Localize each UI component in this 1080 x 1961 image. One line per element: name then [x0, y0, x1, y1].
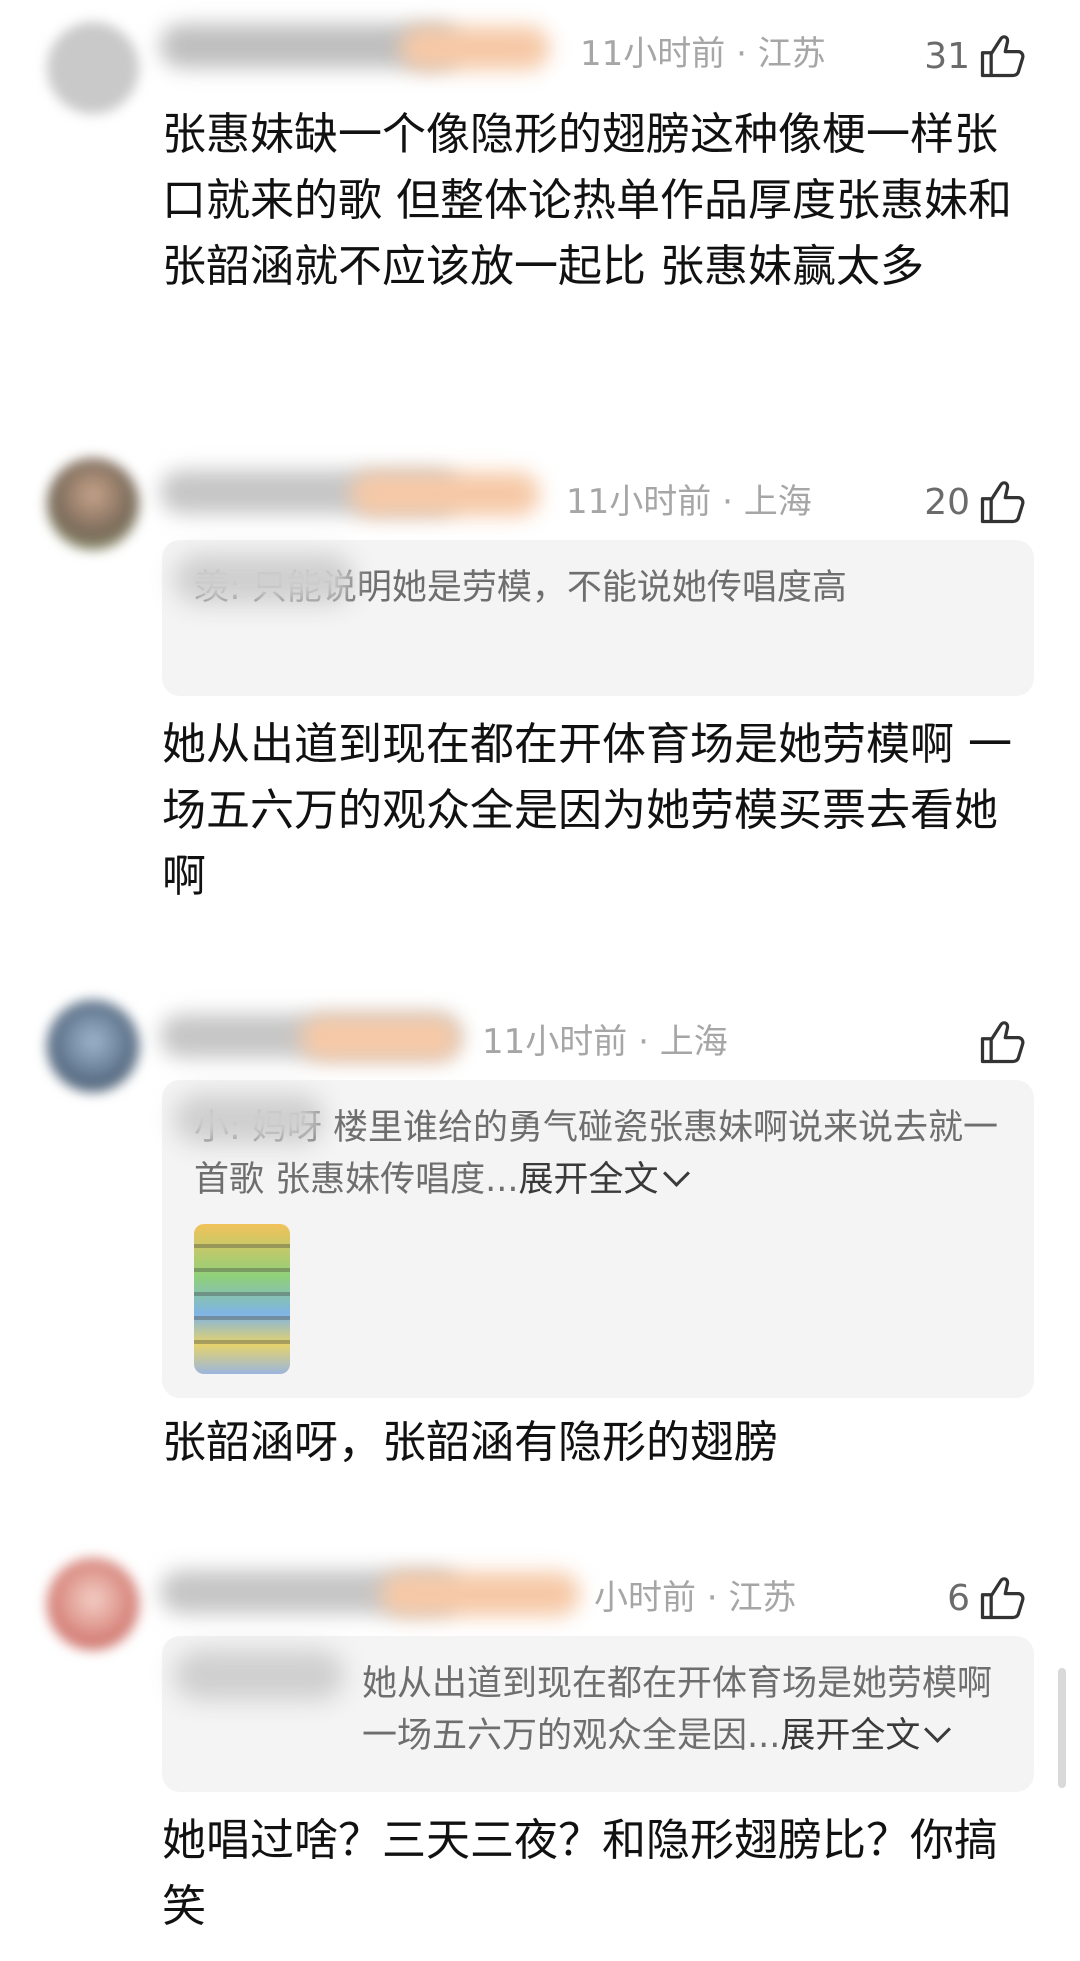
quoted-reply[interactable]: 她从出道到现在都在开体育场是她劳模啊 一场五六万的观众全是因...展开全文 — [162, 1636, 1034, 1792]
thumbs-up-icon — [980, 1021, 1025, 1064]
like-count: 6 — [947, 1577, 970, 1619]
comment-time: 11小时前 — [482, 1022, 628, 1062]
comment-meta: 11小时前 · 上海 — [566, 482, 812, 522]
thumbs-up-icon — [980, 35, 1025, 78]
scrollbar[interactable] — [1058, 1668, 1066, 1788]
comment-meta: 小时前 · 江苏 — [594, 1578, 796, 1618]
chevron-down-icon — [662, 1160, 690, 1187]
user-badge-blurred — [380, 1572, 580, 1616]
like-button[interactable]: 20 — [924, 474, 1028, 530]
avatar[interactable] — [47, 1558, 139, 1650]
meta-separator: · — [711, 482, 744, 522]
user-badge-blurred — [300, 1016, 460, 1060]
comment-text: 张惠妹缺一个像隐形的翅膀这种像梗一样张口就来的歌 但整体论热单作品厚度张惠妹和张… — [162, 109, 1012, 292]
comment-meta: 11小时前 · 上海 — [482, 1022, 728, 1062]
comment-1: 11小时前 · 江苏 31 张惠妹缺一个像隐形的翅膀这种像梗一样张口就来的歌 但… — [0, 0, 1080, 330]
like-button[interactable]: 6 — [947, 1570, 1028, 1626]
avatar[interactable] — [47, 1000, 139, 1092]
quoted-image-thumbnail[interactable] — [194, 1224, 290, 1374]
comment-meta: 11小时前 · 江苏 — [580, 34, 826, 74]
like-count: 31 — [924, 35, 970, 77]
quoted-username-blurred — [174, 1094, 324, 1144]
meta-separator: · — [696, 1578, 729, 1618]
thumbs-up-icon — [980, 1577, 1025, 1620]
expand-full-text-link[interactable]: 展开全文 — [780, 1716, 952, 1756]
chevron-down-icon — [924, 1716, 952, 1743]
comment-time: 11小时前 — [580, 34, 726, 74]
quoted-username-blurred — [174, 554, 354, 604]
like-button[interactable] — [970, 1014, 1028, 1070]
meta-separator: · — [627, 1022, 660, 1062]
quoted-username-blurred — [174, 1650, 344, 1700]
comment-text: 张韶涵呀，张韶涵有隐形的翅膀 — [162, 1417, 778, 1468]
comment-location: 上海 — [659, 1022, 728, 1062]
avatar[interactable] — [47, 458, 139, 550]
comment-time: 小时前 — [594, 1578, 696, 1618]
meta-separator: · — [725, 34, 758, 74]
comment-text: 她从出道到现在都在开体育场是她劳模啊 一场五六万的观众全是因为她劳模买票去看她啊 — [162, 719, 1012, 902]
comment-text: 她唱过啥？三天三夜？和隐形翅膀比？你搞笑 — [162, 1815, 998, 1932]
user-badge-blurred — [350, 472, 540, 516]
like-count: 20 — [924, 481, 970, 523]
quoted-reply[interactable]: 小: 妈呀 楼里谁给的勇气碰瓷张惠妹啊说来说去就一首歌 张惠妹传唱度...展开全… — [162, 1080, 1034, 1398]
quoted-text-block: 她从出道到现在都在开体育场是她劳模啊 一场五六万的观众全是因...展开全文 — [362, 1658, 1002, 1762]
like-button[interactable]: 31 — [924, 28, 1028, 84]
thumbs-up-icon — [980, 481, 1025, 524]
avatar[interactable] — [47, 22, 139, 114]
comment-location: 上海 — [743, 482, 812, 522]
user-badge-blurred — [400, 26, 550, 70]
expand-full-text-link[interactable]: 展开全文 — [519, 1160, 690, 1200]
quoted-reply[interactable]: 羡: 只能说明她是劳模，不能说她传唱度高 — [162, 540, 1034, 696]
comment-time: 11小时前 — [566, 482, 712, 522]
comment-location: 江苏 — [757, 34, 826, 74]
comment-location: 江苏 — [728, 1578, 797, 1618]
